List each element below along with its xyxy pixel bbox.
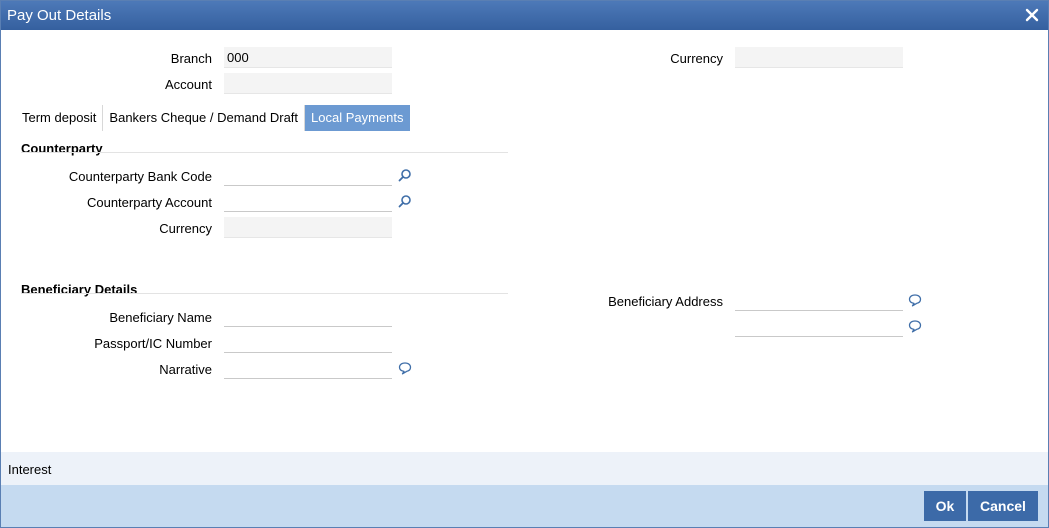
narrative-label: Narrative (159, 362, 212, 377)
title-bar: Pay Out Details (1, 1, 1048, 30)
counterparty-currency-field[interactable] (224, 217, 392, 238)
counterparty-bank-code-input[interactable] (224, 165, 392, 186)
ok-button[interactable]: Ok (924, 491, 966, 521)
cancel-button[interactable]: Cancel (968, 491, 1038, 521)
tab-term-deposit[interactable]: Term deposit (16, 105, 104, 131)
footer-bar: Ok Cancel (1, 485, 1048, 527)
window-title: Pay Out Details (7, 7, 112, 24)
counterparty-currency-label: Currency (159, 221, 212, 236)
search-icon[interactable] (398, 168, 412, 182)
branch-label: Branch (170, 51, 212, 66)
beneficiary-address-label: Beneficiary Address (608, 294, 723, 309)
passport-label: Passport/IC Number (94, 336, 212, 351)
speech-bubble-icon[interactable] (908, 319, 922, 333)
branch-field[interactable]: 000 (224, 47, 392, 68)
beneficiary-name-input[interactable] (224, 306, 392, 327)
tab-local-payments[interactable]: Local Payments (305, 105, 410, 131)
speech-bubble-icon[interactable] (398, 361, 412, 375)
counterparty-account-label: Counterparty Account (86, 195, 212, 210)
section-divider (21, 152, 508, 153)
interest-bar: Interest (1, 452, 1048, 485)
beneficiary-address-line-1[interactable] (735, 290, 903, 311)
currency-label: Currency (670, 51, 723, 66)
currency-field[interactable] (735, 47, 903, 68)
section-divider (21, 293, 508, 294)
tab-bar: Term deposit Bankers Cheque / Demand Dra… (16, 105, 410, 131)
pay-out-details-dialog: Pay Out Details Branch 000 Account Curre… (0, 0, 1049, 528)
beneficiary-name-label: Beneficiary Name (109, 310, 212, 325)
account-field[interactable] (224, 73, 392, 94)
counterparty-account-input[interactable] (224, 191, 392, 212)
branch-value: 000 (227, 50, 249, 65)
beneficiary-section-title: Beneficiary Details (21, 282, 138, 297)
tab-bankers-cheque[interactable]: Bankers Cheque / Demand Draft (103, 105, 306, 131)
search-icon[interactable] (398, 194, 412, 208)
close-icon[interactable] (1022, 5, 1042, 25)
counterparty-section-title: Counterparty (21, 141, 103, 156)
speech-bubble-icon[interactable] (908, 293, 922, 307)
narrative-input[interactable] (224, 358, 392, 379)
interest-link[interactable]: Interest (8, 462, 51, 477)
account-label: Account (165, 77, 212, 92)
beneficiary-address-line-2[interactable] (735, 316, 903, 337)
counterparty-bank-code-label: Counterparty Bank Code (68, 169, 212, 184)
passport-input[interactable] (224, 332, 392, 353)
